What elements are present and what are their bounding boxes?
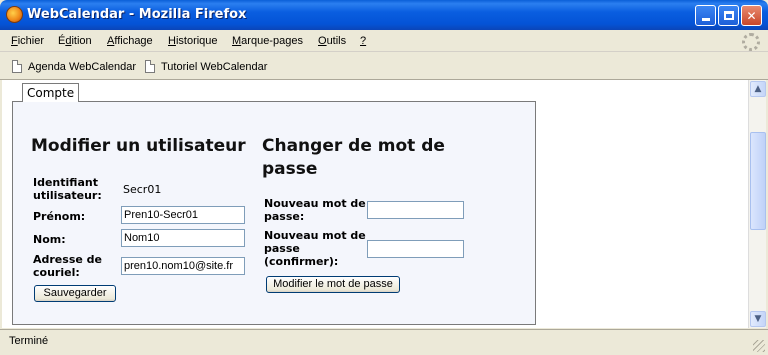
new-password-field[interactable] bbox=[367, 201, 464, 219]
bookmark-tutoriel[interactable]: Tutoriel WebCalendar bbox=[145, 60, 267, 73]
maximize-button[interactable] bbox=[718, 5, 739, 26]
scroll-up-button[interactable]: ▲ bbox=[750, 81, 766, 97]
chevron-up-icon: ▲ bbox=[754, 84, 762, 94]
close-icon: ✕ bbox=[746, 8, 757, 23]
username-label: Identifiant utilisateur: bbox=[33, 176, 102, 202]
scroll-down-button[interactable]: ▼ bbox=[750, 311, 766, 327]
throbber-icon bbox=[742, 33, 760, 51]
firefox-icon bbox=[6, 6, 23, 23]
status-text: Terminé bbox=[9, 335, 49, 347]
lastname-label: Nom: bbox=[33, 233, 66, 246]
maximize-icon bbox=[723, 11, 734, 20]
status-bar: Terminé bbox=[0, 329, 768, 355]
save-button[interactable]: Sauvegarder bbox=[34, 285, 116, 302]
page-icon bbox=[145, 60, 155, 73]
tab-compte[interactable]: Compte bbox=[22, 83, 80, 102]
bookmarks-toolbar: Agenda WebCalendar Tutoriel WebCalendar bbox=[0, 53, 768, 80]
window-title: WebCalendar - Mozilla Firefox bbox=[27, 7, 247, 22]
menu-bar: Fichier Édition Affichage Historique Mar… bbox=[0, 30, 768, 52]
email-field[interactable]: pren10.nom10@site.fr bbox=[121, 257, 245, 275]
vertical-scrollbar[interactable]: ▲ ▼ bbox=[748, 80, 766, 328]
page-content: Compte Modifier un utilisateur Identifia… bbox=[2, 80, 748, 328]
username-value: Secr01 bbox=[123, 183, 162, 196]
firstname-field[interactable]: Pren10-Secr01 bbox=[121, 206, 245, 224]
menu-edition[interactable]: Édition bbox=[58, 35, 92, 47]
email-label: Adresse de couriel: bbox=[33, 253, 102, 279]
confirm-password-label: Nouveau mot de passe (confirmer): bbox=[264, 229, 366, 268]
close-button[interactable]: ✕ bbox=[741, 5, 762, 26]
resize-grip-icon[interactable] bbox=[753, 340, 765, 352]
page-icon bbox=[12, 60, 22, 73]
chevron-down-icon: ▼ bbox=[754, 314, 762, 324]
minimize-button[interactable] bbox=[695, 5, 716, 26]
menu-marque-pages[interactable]: Marque-pages bbox=[232, 35, 303, 47]
menu-help[interactable]: ? bbox=[360, 35, 366, 47]
menu-affichage[interactable]: Affichage bbox=[107, 35, 153, 47]
bookmark-agenda[interactable]: Agenda WebCalendar bbox=[12, 60, 136, 73]
account-panel: Modifier un utilisateur Identifiant util… bbox=[12, 101, 536, 325]
confirm-password-field[interactable] bbox=[367, 240, 464, 258]
lastname-field[interactable]: Nom10 bbox=[121, 229, 245, 247]
firstname-label: Prénom: bbox=[33, 210, 86, 223]
minimize-icon bbox=[701, 18, 710, 21]
menu-outils[interactable]: Outils bbox=[318, 35, 346, 47]
change-password-button[interactable]: Modifier le mot de passe bbox=[266, 276, 400, 293]
menu-historique[interactable]: Historique bbox=[168, 35, 218, 47]
change-password-heading: Changer de mot de passe bbox=[262, 136, 445, 179]
edit-user-heading: Modifier un utilisateur bbox=[31, 136, 246, 156]
scroll-thumb[interactable] bbox=[750, 132, 766, 230]
new-password-label: Nouveau mot de passe: bbox=[264, 197, 366, 223]
menu-fichier[interactable]: Fichier bbox=[11, 35, 44, 47]
title-bar[interactable]: WebCalendar - Mozilla Firefox ✕ bbox=[0, 0, 768, 30]
